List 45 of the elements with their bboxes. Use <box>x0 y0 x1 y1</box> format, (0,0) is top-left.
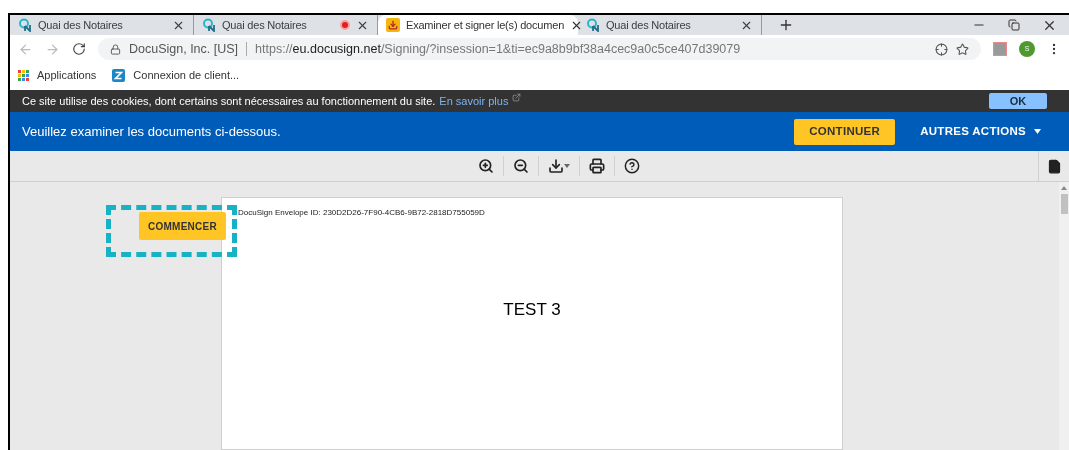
browser-tab[interactable]: Quai des Notaires <box>194 15 378 35</box>
cookie-text: Ce site utilise des cookies, dont certains sont nécessaires au fonctionnement du site. <box>22 93 436 109</box>
apps-grid-icon <box>18 69 29 81</box>
bookmark-item[interactable]: Applications <box>18 66 97 84</box>
tab-title: Quai des Notaires <box>38 17 124 33</box>
site-logo-icon <box>586 18 600 32</box>
zoom-out-icon[interactable] <box>513 158 529 174</box>
more-actions-button[interactable]: AUTRES ACTIONS <box>920 122 1041 141</box>
document-title: TEST 3 <box>503 299 561 321</box>
scrollbar-thumb[interactable] <box>1060 194 1068 214</box>
browser-tab[interactable]: Quai des Notaires <box>10 15 194 35</box>
z-logo-icon <box>112 68 126 82</box>
reload-icon[interactable] <box>72 42 86 56</box>
tab-title: Examiner et signer le(s) documen <box>406 17 565 33</box>
scroll-up-icon[interactable] <box>1061 186 1067 190</box>
zoom-in-icon[interactable] <box>478 158 494 174</box>
site-identity: DocuSign, Inc. [US] <box>129 40 239 58</box>
browser-tab[interactable]: Examiner et signer le(s) documen <box>378 15 578 35</box>
print-icon[interactable] <box>589 158 605 174</box>
download-icon <box>386 18 400 32</box>
tab-title: Quai des Notaires <box>222 17 308 33</box>
browser-tab[interactable]: Quai des Notaires <box>578 15 762 35</box>
tab-title: Quai des Notaires <box>606 17 692 33</box>
continue-button[interactable]: CONTINUER <box>794 118 896 145</box>
address-bar[interactable]: DocuSign, Inc. [US] https://eu.docusign.net/Signing/?insession=1&ti=ec9a8b9bf38a4cec9a0c5ce407d39079 <box>98 38 981 60</box>
lock-icon <box>110 43 121 55</box>
download-menu-icon[interactable] <box>548 158 570 174</box>
bookmark-star-icon[interactable] <box>956 42 969 56</box>
site-logo-icon <box>202 18 216 32</box>
review-message: Veuillez examiner les documents ci-dessous. <box>22 122 281 141</box>
start-button[interactable]: COMMENCER <box>139 212 226 240</box>
caret-icon <box>1034 129 1041 134</box>
site-logo-icon <box>18 18 32 32</box>
help-icon[interactable] <box>624 158 640 174</box>
envelope-id: DocuSign Envelope ID: 230D2D26-7F90-4CB6-9B72-2818D755059D <box>238 207 485 219</box>
new-tab-icon[interactable] <box>778 17 794 33</box>
external-link-icon <box>512 92 522 102</box>
learn-more-link[interactable]: En savoir plus <box>439 92 509 110</box>
bookmark-item[interactable]: Connexion de client... <box>112 66 240 84</box>
url-text: https://eu.docusign.net/Signing/?insession=1&ti=ec9a8b9bf38a4cec9a0c5ce407d39079 <box>255 40 742 58</box>
restore-icon[interactable] <box>1008 19 1020 31</box>
ok-button[interactable]: OK <box>989 93 1047 109</box>
document-icon[interactable] <box>1046 158 1062 174</box>
location-icon[interactable] <box>935 42 948 56</box>
scrollbar[interactable] <box>1059 182 1069 450</box>
